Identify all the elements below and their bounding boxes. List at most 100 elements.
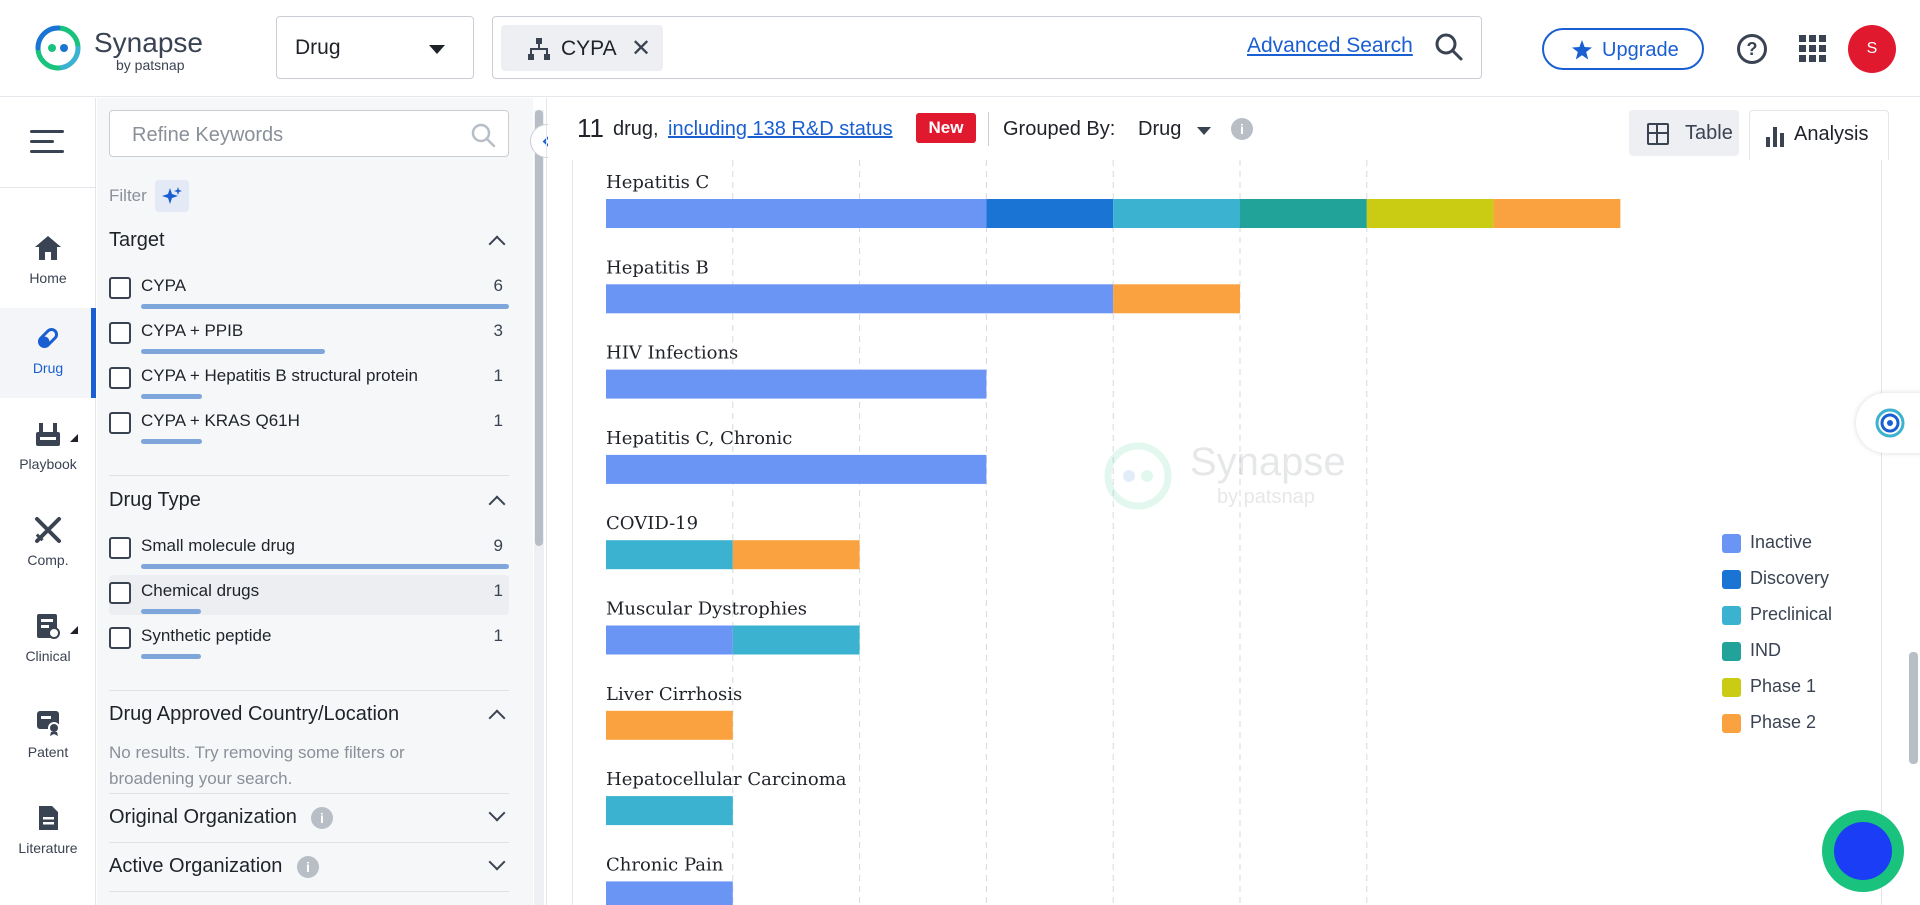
watermark-text: Synapse: [1190, 440, 1346, 485]
checkbox[interactable]: [109, 537, 131, 559]
bar-segment[interactable]: [606, 796, 733, 825]
checkbox[interactable]: [109, 367, 131, 389]
legend-item[interactable]: IND: [1722, 638, 1892, 662]
legend-item[interactable]: Phase 2: [1722, 710, 1892, 734]
chevron-down-icon[interactable]: [489, 805, 506, 822]
bar-segment[interactable]: [733, 626, 860, 655]
chevron-up-icon[interactable]: [489, 710, 506, 727]
active-org-section-title[interactable]: Active Organization: [109, 855, 282, 878]
filter-option-drug-type[interactable]: Small molecule drug 9: [109, 530, 509, 570]
nav-item-competitive[interactable]: Comp.: [0, 500, 96, 590]
grouped-by-select[interactable]: Drug: [1138, 118, 1181, 141]
category-label: Hepatocellular Carcinoma: [606, 769, 847, 790]
grouped-by-label: Grouped By:: [1003, 118, 1115, 141]
filter-option-drug-type[interactable]: Synthetic peptide 1: [109, 620, 509, 660]
filter-option-bar: [141, 394, 202, 399]
bar-segment[interactable]: [606, 881, 733, 905]
checkbox[interactable]: [109, 582, 131, 604]
advanced-search-link[interactable]: Advanced Search: [1247, 34, 1413, 58]
bar-segment[interactable]: [606, 370, 986, 399]
bar-segment[interactable]: [1240, 199, 1367, 228]
search-icon[interactable]: [1434, 32, 1464, 62]
checkbox[interactable]: [109, 412, 131, 434]
category-label: COVID-19: [606, 513, 698, 534]
filter-option-drug-type[interactable]: Chemical drugs 1: [109, 575, 509, 615]
search-chip[interactable]: CYPA ✕: [501, 25, 663, 71]
chevron-up-icon[interactable]: [489, 236, 506, 253]
chevron-up-icon[interactable]: [489, 496, 506, 513]
close-icon[interactable]: ✕: [631, 34, 651, 63]
legend-item[interactable]: Preclinical: [1722, 602, 1892, 626]
info-icon[interactable]: i: [311, 807, 333, 829]
nav-item-literature[interactable]: Literature: [0, 788, 96, 878]
search-box[interactable]: CYPA ✕ Advanced Search: [492, 16, 1482, 79]
info-icon[interactable]: i: [1231, 118, 1253, 140]
rd-status-link[interactable]: including 138 R&D status: [668, 118, 893, 141]
search-type-select[interactable]: Drug: [276, 16, 474, 79]
checkbox[interactable]: [109, 277, 131, 299]
hierarchy-icon: [527, 38, 551, 60]
approved-country-section-title: Drug Approved Country/Location: [109, 703, 399, 726]
checkbox[interactable]: [109, 322, 131, 344]
bar-segment[interactable]: [606, 540, 733, 569]
main-scrollbar[interactable]: [1906, 160, 1920, 905]
ai-filter-button[interactable]: [155, 180, 189, 212]
filter-sidebar: Refine Keywords Filter Target CYPA 6 CYP…: [97, 98, 533, 905]
legend-label: Phase 2: [1750, 712, 1816, 733]
bar-segment[interactable]: [733, 540, 860, 569]
synapse-logo[interactable]: Synapse by patsnap: [34, 24, 224, 74]
legend-label: Discovery: [1750, 568, 1829, 589]
filter-option-target[interactable]: CYPA 6: [109, 270, 509, 310]
legend-item[interactable]: Inactive: [1722, 530, 1892, 554]
original-org-section-title[interactable]: Original Organization: [109, 806, 297, 829]
legend-swatch: [1722, 606, 1741, 625]
filter-option-count: 1: [494, 581, 503, 601]
bar-segment[interactable]: [986, 199, 1113, 228]
synapse-watermark: Synapse by patsnap: [1102, 440, 1352, 510]
tab-table[interactable]: Table: [1629, 110, 1739, 156]
filter-option-target[interactable]: CYPA + Hepatitis B structural protein 1: [109, 360, 509, 400]
nav-item-clinical[interactable]: Clinical: [0, 596, 96, 686]
filter-option-target[interactable]: CYPA + KRAS Q61H 1: [109, 405, 509, 445]
filter-option-target[interactable]: CYPA + PPIB 3: [109, 315, 509, 355]
bar-segment[interactable]: [606, 284, 1113, 313]
nav-item-playbook[interactable]: Playbook: [0, 404, 96, 494]
sidebar-scrollbar[interactable]: [534, 110, 544, 905]
bar-segment[interactable]: [606, 455, 986, 484]
legend-item[interactable]: Phase 1: [1722, 674, 1892, 698]
menu-toggle-icon[interactable]: [30, 130, 64, 154]
search-icon[interactable]: [470, 122, 496, 148]
bar-segment[interactable]: [1113, 284, 1240, 313]
main-scrollbar-thumb[interactable]: [1909, 652, 1918, 764]
help-icon[interactable]: ?: [1737, 34, 1767, 64]
nav-item-home[interactable]: Home: [0, 218, 96, 308]
bar-segment[interactable]: [1113, 199, 1240, 228]
filter-option-count: 1: [494, 626, 503, 646]
caret-down-icon[interactable]: [1197, 127, 1211, 135]
bar-segment[interactable]: [606, 711, 733, 740]
nav-label: Literature: [0, 840, 96, 856]
result-unit: drug,: [613, 118, 659, 141]
legend-label: IND: [1750, 640, 1781, 661]
refine-keywords-input[interactable]: Refine Keywords: [109, 110, 509, 157]
info-icon[interactable]: i: [297, 856, 319, 878]
bar-segment[interactable]: [1367, 199, 1494, 228]
ai-assistant-tab[interactable]: [1856, 393, 1920, 453]
bar-segment[interactable]: [606, 199, 986, 228]
sidebar-scrollbar-thumb[interactable]: [535, 110, 543, 546]
bar-segment[interactable]: [606, 626, 733, 655]
upgrade-button[interactable]: Upgrade: [1542, 28, 1704, 70]
section-divider: [109, 690, 509, 691]
apps-grid-icon[interactable]: [1799, 35, 1827, 63]
analysis-chart-panel: Hepatitis CHepatitis BHIV InfectionsHepa…: [572, 160, 1882, 905]
chat-assistant-button[interactable]: [1822, 810, 1904, 892]
tab-analysis[interactable]: Analysis: [1749, 110, 1889, 160]
checkbox[interactable]: [109, 627, 131, 649]
bar-segment[interactable]: [1494, 199, 1621, 228]
nav-item-drug[interactable]: Drug: [0, 308, 96, 398]
nav-item-patent[interactable]: Patent: [0, 692, 96, 782]
user-avatar[interactable]: S: [1848, 25, 1896, 73]
chevron-down-icon[interactable]: [489, 854, 506, 871]
upgrade-label: Upgrade: [1602, 39, 1679, 62]
legend-item[interactable]: Discovery: [1722, 566, 1892, 590]
